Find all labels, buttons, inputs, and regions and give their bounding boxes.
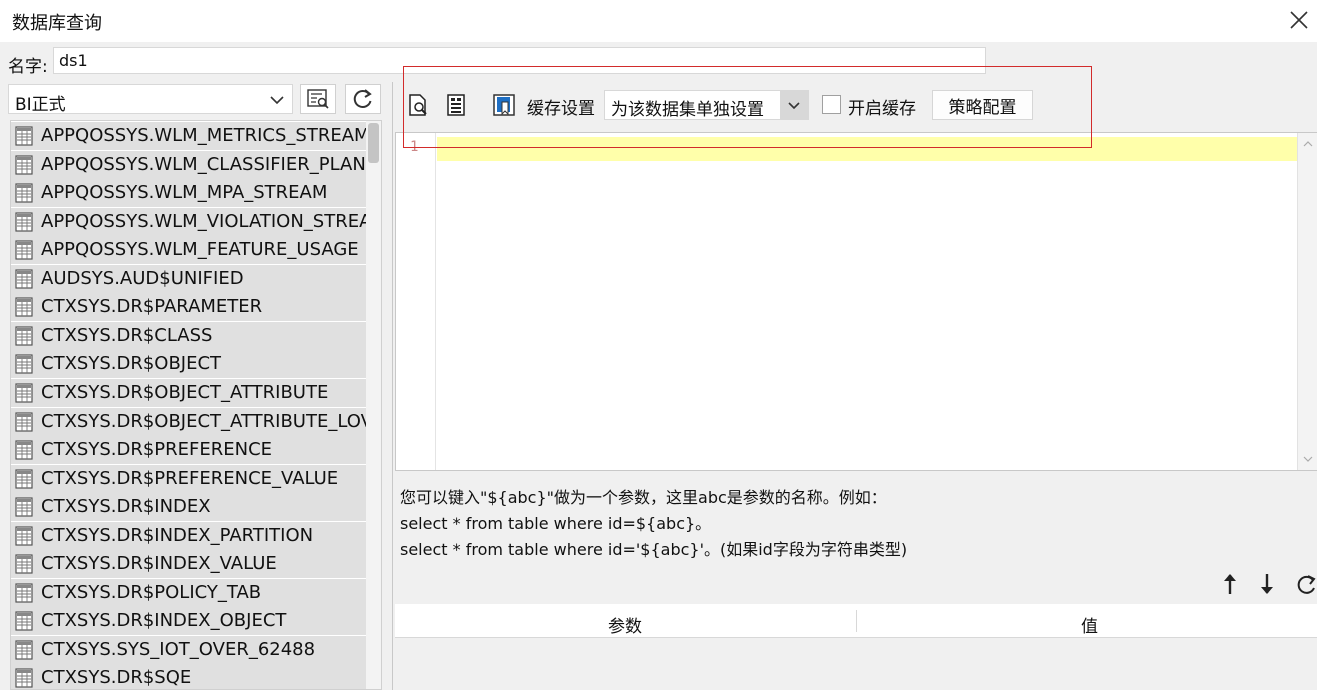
- table-list-item[interactable]: CTXSYS.DR$INDEX_PARTITION: [11, 521, 367, 550]
- table-list-item[interactable]: APPQOSSYS.WLM_CLASSIFIER_PLAN: [11, 150, 367, 179]
- hint-line: select * from table where id=${abc}。: [400, 514, 712, 533]
- table-list-item[interactable]: CTXSYS.DR$INDEX_VALUE: [11, 550, 367, 579]
- table-icon: [15, 497, 33, 517]
- scroll-up-icon[interactable]: [1303, 139, 1313, 149]
- table-list[interactable]: CTXSYS.DR$SQE CTXSYS.SYS_IOT_OVER_62488 CT…: [10, 120, 382, 690]
- table-list-item[interactable]: APPQOSSYS.WLM_VIOLATION_STREA: [11, 207, 371, 236]
- table-icon: [15, 154, 33, 175]
- table-name: AUDSYS.AUD$UNIFIED: [41, 267, 244, 289]
- close-icon[interactable]: [1287, 8, 1311, 32]
- table-list-item[interactable]: CTXSYS.DR$PARAMETER: [11, 293, 367, 322]
- refresh-button[interactable]: [345, 84, 381, 114]
- table-list-item[interactable]: AUDSYS.AUD$UNIFIED: [11, 264, 367, 293]
- table-icon: [15, 354, 33, 374]
- hint-line: select * from table where id='${abc}'。(如…: [400, 540, 908, 559]
- table-list-item[interactable]: APPQOSSYS.WLM_MPA_STREAM: [11, 179, 367, 208]
- left-panel: BI正式 CTXSYS.DR$SQE CTXSYS.SYS_IOT_OVER_62…: [0, 82, 392, 690]
- table-list-item[interactable]: CTXSYS.DR$INDEX_OBJECT: [11, 607, 367, 636]
- name-label: 名字:: [8, 57, 48, 77]
- table-list-item[interactable]: CTXSYS.DR$INDEX: [11, 493, 367, 522]
- title-bar: 数据库查询: [0, 0, 1317, 42]
- arrow-down-icon[interactable]: [1256, 571, 1278, 597]
- table-list-item[interactable]: CTXSYS.SYS_IOT_OVER_62488: [11, 635, 367, 664]
- table-list-item[interactable]: APPQOSSYS.WLM_METRICS_STREAM: [11, 122, 370, 150]
- table-list-item[interactable]: CTXSYS.DR$CLASS: [11, 321, 367, 350]
- table-name: CTXSYS.DR$PREFERENCE: [41, 439, 273, 461]
- column-divider: [856, 610, 857, 632]
- sql-preview-button[interactable]: [300, 84, 336, 114]
- table-icon: [15, 468, 33, 489]
- table-icon: [15, 526, 33, 546]
- table-preview-icon: [307, 89, 329, 109]
- table-name: APPQOSSYS.WLM_MPA_STREAM: [41, 182, 328, 204]
- scroll-down-icon[interactable]: [1303, 454, 1313, 464]
- chevron-down-icon: [270, 96, 284, 105]
- datasource-selected: BI正式: [15, 95, 66, 115]
- column-header-param: 参数: [608, 617, 642, 637]
- list-scrollbar[interactable]: [366, 121, 381, 689]
- parameter-hint: 您可以键入"${abc}"做为一个参数，这里abc是参数的名称。例如： sele…: [400, 485, 907, 563]
- table-icon: [15, 611, 33, 631]
- table-icon: [15, 668, 33, 689]
- table-name: APPQOSSYS.WLM_METRICS_STREAM: [41, 125, 370, 146]
- table-list-item[interactable]: APPQOSSYS.WLM_FEATURE_USAGE: [11, 236, 367, 265]
- table-icon: [15, 297, 33, 317]
- table-icon: [15, 183, 33, 203]
- table-name: CTXSYS.DR$OBJECT: [41, 353, 222, 375]
- table-list-item[interactable]: CTXSYS.DR$OBJECT_ATTRIBUTE_LOV: [11, 407, 373, 436]
- column-header-value: 值: [1081, 617, 1098, 637]
- table-icon: [15, 440, 33, 460]
- table-icon: [15, 411, 33, 432]
- table-icon: [15, 326, 33, 346]
- sql-editor[interactable]: 1: [395, 132, 1317, 471]
- table-name: CTXSYS.SYS_IOT_OVER_62488: [41, 638, 316, 660]
- arrow-up-icon[interactable]: [1219, 571, 1241, 597]
- table-name: APPQOSSYS.WLM_FEATURE_USAGE: [41, 239, 359, 261]
- table-list-item[interactable]: CTXSYS.DR$PREFERENCE_VALUE: [11, 464, 367, 493]
- table-name: CTXSYS.DR$POLICY_TAB: [41, 581, 262, 603]
- highlight-annotation: [403, 66, 1092, 148]
- window-title: 数据库查询: [12, 13, 102, 34]
- table-icon: [15, 240, 33, 260]
- editor-scrollbar[interactable]: [1297, 133, 1317, 470]
- table-icon: [15, 269, 33, 289]
- refresh-params-icon[interactable]: [1295, 571, 1317, 597]
- table-list-item[interactable]: CTXSYS.DR$POLICY_TAB: [11, 578, 367, 607]
- table-name: CTXSYS.DR$SQE: [41, 667, 192, 689]
- table-list-item[interactable]: CTXSYS.DR$OBJECT_ATTRIBUTE: [11, 378, 367, 407]
- right-panel: 缓存设置 为该数据集单独设置 开启缓存 策略配置 1 您可以键入"${abc}"…: [392, 82, 1317, 690]
- table-icon: [15, 640, 33, 660]
- table-icon: [15, 383, 33, 403]
- table-name: CTXSYS.DR$OBJECT_ATTRIBUTE_LOV: [41, 410, 373, 432]
- table-name: CTXSYS.DR$OBJECT_ATTRIBUTE: [41, 381, 329, 403]
- parameter-table[interactable]: 参数 值: [395, 604, 1317, 690]
- table-list-item[interactable]: CTXSYS.DR$PREFERENCE: [11, 436, 367, 465]
- table-icon: [15, 212, 33, 232]
- table-list-item[interactable]: CTXSYS.DR$OBJECT: [11, 350, 367, 379]
- table-name: CTXSYS.DR$PREFERENCE_VALUE: [41, 467, 339, 489]
- table-name: APPQOSSYS.WLM_VIOLATION_STREA: [41, 210, 372, 232]
- table-list-item[interactable]: CTXSYS.DR$SQE: [11, 664, 367, 689]
- table-name: APPQOSSYS.WLM_CLASSIFIER_PLAN: [41, 153, 366, 175]
- list-scroll-thumb[interactable]: [368, 123, 379, 163]
- hint-line: 您可以键入"${abc}"做为一个参数，这里abc是参数的名称。例如：: [400, 488, 887, 507]
- datasource-select[interactable]: BI正式: [8, 84, 293, 115]
- table-icon: [15, 583, 33, 603]
- table-name: CTXSYS.DR$PARAMETER: [41, 296, 263, 318]
- table-name: CTXSYS.DR$INDEX_OBJECT: [41, 610, 287, 632]
- table-icon: [15, 554, 33, 574]
- table-name: CTXSYS.DR$INDEX: [41, 496, 211, 518]
- table-icon: [15, 126, 33, 146]
- table-name: CTXSYS.DR$INDEX_VALUE: [41, 553, 277, 575]
- parameter-table-header: 参数 值: [395, 604, 1317, 638]
- refresh-icon: [353, 89, 372, 108]
- table-name: CTXSYS.DR$CLASS: [41, 324, 213, 346]
- line-gutter: 1: [396, 133, 436, 470]
- table-name: CTXSYS.DR$INDEX_PARTITION: [41, 524, 314, 546]
